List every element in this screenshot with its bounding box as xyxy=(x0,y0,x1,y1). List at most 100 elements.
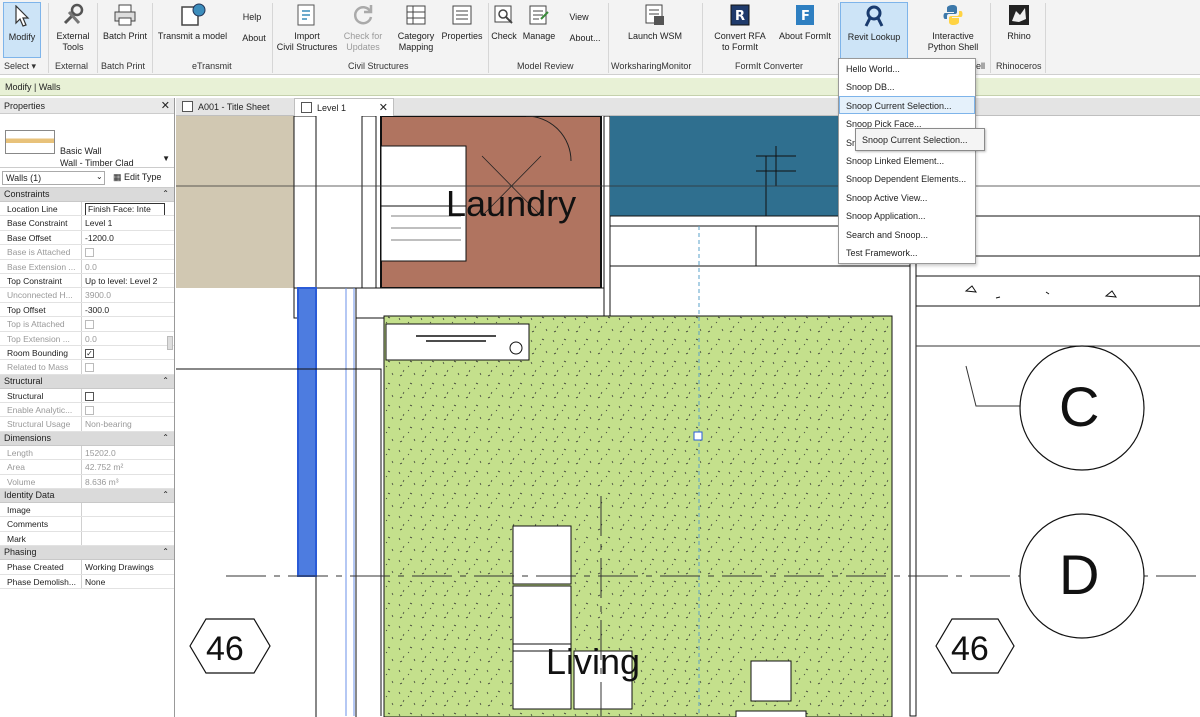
property-input[interactable]: Finish Face: Inte xyxy=(85,203,165,216)
property-row[interactable]: Base Constraint Level 1 xyxy=(0,216,174,231)
property-row[interactable]: Related to Mass xyxy=(0,360,174,375)
property-row[interactable]: Area 42.752 m² xyxy=(0,460,174,475)
property-value[interactable]: ✓ xyxy=(82,346,174,359)
property-row[interactable]: Mark xyxy=(0,531,174,547)
property-value[interactable]: -300.0 xyxy=(82,303,174,316)
property-value[interactable] xyxy=(82,389,174,402)
property-value[interactable]: Finish Face: Inte xyxy=(82,202,174,216)
property-row[interactable]: Comments xyxy=(0,517,174,532)
property-row[interactable]: Phase Demolish... None xyxy=(0,574,174,589)
property-name: Base Constraint xyxy=(0,216,82,230)
property-value[interactable]: Working Drawings xyxy=(82,560,174,573)
property-row[interactable]: Top is Attached xyxy=(0,317,174,332)
menu-item[interactable]: Snoop Application... xyxy=(839,206,975,224)
property-value[interactable]: Up to level: Level 2 xyxy=(82,274,174,287)
property-row[interactable]: Base Offset -1200.0 xyxy=(0,230,174,246)
menu-item[interactable]: Snoop Active View... xyxy=(839,188,975,206)
convert-rfa-button[interactable]: R Convert RFA to FormIt xyxy=(710,2,770,58)
type-name: Wall - Timber Clad xyxy=(60,158,134,168)
tab-title-sheet[interactable]: A001 - Title Sheet xyxy=(176,98,294,116)
property-value[interactable] xyxy=(82,503,174,516)
scrollbar[interactable] xyxy=(167,336,173,350)
chevron-down-icon[interactable]: ⌄ xyxy=(96,172,103,181)
property-row[interactable]: Enable Analytic... xyxy=(0,403,174,418)
property-row[interactable]: Base Extension ... 0.0 xyxy=(0,259,174,274)
menu-item[interactable]: Hello World... xyxy=(839,59,975,77)
launch-wsm-button[interactable]: Launch WSM xyxy=(620,2,690,58)
manage-button[interactable]: Manage xyxy=(520,2,558,58)
property-row[interactable]: Top Offset -300.0 xyxy=(0,302,174,318)
property-group-structural[interactable]: Structural ⌃ xyxy=(0,374,174,389)
property-name: Top Extension ... xyxy=(0,331,82,345)
external-tools-button[interactable]: External Tools xyxy=(52,2,94,58)
property-row[interactable]: Structural xyxy=(0,388,174,404)
property-value[interactable]: -1200.0 xyxy=(82,231,174,244)
collapse-icon[interactable]: ⌃ xyxy=(162,490,169,499)
property-value[interactable]: Level 1 xyxy=(82,216,174,229)
collapse-icon[interactable]: ⌃ xyxy=(162,189,169,198)
close-icon[interactable]: ✕ xyxy=(161,99,170,112)
properties-title: Properties xyxy=(4,101,46,111)
properties-button[interactable]: Properties xyxy=(438,2,486,58)
transmit-model-button[interactable]: Transmit a model xyxy=(155,2,230,58)
category-mapping-button[interactable]: Category Mapping xyxy=(395,2,437,58)
property-value[interactable] xyxy=(82,517,174,530)
property-row[interactable]: Base is Attached xyxy=(0,245,174,260)
edit-type-button[interactable]: ▦ Edit Type xyxy=(113,172,161,183)
property-row[interactable]: Room Bounding ✓ xyxy=(0,345,174,361)
batch-print-button[interactable]: Batch Print xyxy=(100,2,150,58)
property-row[interactable]: Location Line Finish Face: Inte xyxy=(0,202,174,217)
property-group-constraints[interactable]: Constraints ⌃ xyxy=(0,188,174,202)
menu-item[interactable]: Snoop Dependent Elements... xyxy=(839,169,975,187)
menu-item[interactable]: Snoop DB... xyxy=(839,77,975,95)
panel-shell: ell xyxy=(976,61,986,71)
panel-civil-structures: Civil Structures xyxy=(348,61,409,71)
floor-plan[interactable]: Laundry Living C D 46 46 xyxy=(176,116,1200,717)
property-row[interactable]: Image xyxy=(0,503,174,518)
property-value[interactable]: None xyxy=(82,575,174,588)
panel-separator xyxy=(702,3,703,73)
check-button[interactable]: Check xyxy=(489,2,519,58)
menu-item[interactable]: Snoop Linked Element... xyxy=(839,151,975,169)
menu-item[interactable]: Snoop Current Selection... xyxy=(839,95,975,115)
collapse-icon[interactable]: ⌃ xyxy=(162,433,169,442)
property-value[interactable] xyxy=(82,532,174,545)
property-row[interactable]: Top Constraint Up to level: Level 2 xyxy=(0,273,174,289)
rhino-button[interactable]: Rhino xyxy=(1000,2,1038,58)
lock-icon[interactable] xyxy=(693,431,703,441)
property-row[interactable]: Phase Created Working Drawings xyxy=(0,560,174,575)
about-formit-button[interactable]: F About FormIt xyxy=(775,2,835,58)
property-row[interactable]: Structural Usage Non-bearing xyxy=(0,417,174,432)
chevron-down-icon[interactable]: ▼ xyxy=(162,154,170,163)
checkbox[interactable]: ✓ xyxy=(85,348,94,358)
property-value: 0.0 xyxy=(85,333,97,344)
property-value xyxy=(82,245,174,258)
tab-level-1[interactable]: Level 1 ✕ xyxy=(294,98,394,116)
panel-select[interactable]: Select ▾ xyxy=(4,61,36,72)
property-group-phasing[interactable]: Phasing ⌃ xyxy=(0,546,174,561)
selected-wall[interactable] xyxy=(297,287,317,577)
edit-type-icon: ▦ xyxy=(113,172,122,182)
property-row[interactable]: Volume 8.636 m³ xyxy=(0,474,174,490)
type-selector[interactable]: Basic Wall Wall - Timber Clad ▼ xyxy=(0,114,174,168)
modify-button[interactable]: Modify xyxy=(3,2,41,58)
menu-item[interactable]: Search and Snoop... xyxy=(839,225,975,243)
revit-lookup-button[interactable]: Revit Lookup xyxy=(840,2,908,59)
check-for-updates-button[interactable]: Check for Updates xyxy=(342,2,384,58)
property-value xyxy=(82,360,174,373)
close-icon[interactable]: ✕ xyxy=(379,101,388,114)
property-group-dimensions[interactable]: Dimensions ⌃ xyxy=(0,431,174,446)
drawing-canvas[interactable]: Laundry Living C D 46 46 xyxy=(176,116,1200,717)
panel-rhinoceros: Rhinoceros xyxy=(996,61,1042,71)
property-group-identity-data[interactable]: Identity Data ⌃ xyxy=(0,489,174,504)
collapse-icon[interactable]: ⌃ xyxy=(162,376,169,385)
checkbox[interactable] xyxy=(85,391,94,401)
menu-item[interactable]: Test Framework... xyxy=(839,243,975,261)
instance-filter-select[interactable]: Walls (1) xyxy=(2,171,105,185)
interactive-python-shell-button[interactable]: Interactive Python Shell xyxy=(920,2,986,58)
collapse-icon[interactable]: ⌃ xyxy=(162,547,169,556)
import-civil-structures-button[interactable]: Import Civil Structures xyxy=(275,2,339,58)
property-row[interactable]: Length 15202.0 xyxy=(0,445,174,461)
property-row[interactable]: Top Extension ... 0.0 xyxy=(0,331,174,346)
property-row[interactable]: Unconnected H... 3900.0 xyxy=(0,288,174,303)
